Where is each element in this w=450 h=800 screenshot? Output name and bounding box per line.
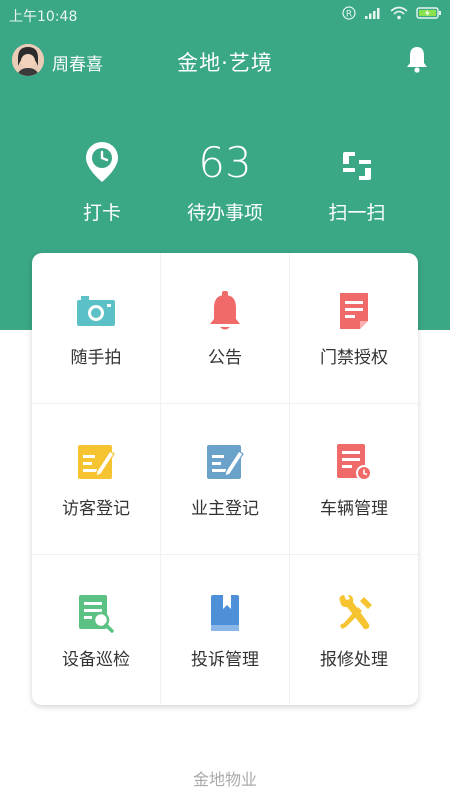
bell-icon[interactable] (402, 44, 432, 74)
svg-text:R: R (346, 10, 352, 20)
grid-item-label: 门禁授权 (320, 348, 388, 368)
todo-button[interactable]: 63 待办事项 (165, 140, 285, 225)
grid-item-vehicle[interactable]: 车辆管理 (290, 404, 418, 554)
grid-item-snapshot[interactable]: 随手拍 (32, 253, 160, 403)
todo-count: 63 (198, 138, 252, 187)
grid-item-owner[interactable]: 业主登记 (161, 404, 289, 554)
grid-item-label: 车辆管理 (320, 499, 388, 519)
grid-item-visitor[interactable]: 访客登记 (32, 404, 160, 554)
clock-in-label: 打卡 (82, 202, 121, 224)
registered-icon: R (342, 6, 356, 20)
scan-label: 扫一扫 (328, 202, 386, 224)
location-clock-icon (86, 142, 118, 182)
document-search-icon (79, 595, 114, 633)
clock-in-button[interactable]: 打卡 (42, 140, 162, 225)
book-icon (211, 595, 239, 631)
todo-label: 待办事项 (186, 202, 263, 224)
document-clock-icon (337, 444, 372, 481)
app-title: 金地·艺境 (177, 51, 273, 75)
grid-item-inspection[interactable]: 设备巡检 (32, 555, 160, 705)
grid-item-label: 随手拍 (70, 348, 122, 368)
edit-note-icon (78, 445, 115, 479)
status-time: 上午10:48 (9, 9, 78, 25)
battery-charging-icon (416, 7, 441, 19)
grid-item-label: 业主登记 (191, 499, 259, 519)
wifi-icon (390, 6, 408, 20)
edit-note-icon (207, 445, 244, 479)
grid-item-label: 公告 (208, 348, 242, 368)
signal-icon (365, 8, 380, 19)
footer-brand: 金地物业 (192, 770, 257, 789)
document-icon (340, 293, 368, 329)
grid-item-repair[interactable]: 报修处理 (290, 555, 418, 705)
quick-actions: 打卡 63 待办事项 扫一扫 (0, 140, 450, 240)
grid-item-label: 访客登记 (62, 499, 130, 519)
bell-icon (210, 291, 240, 330)
scan-button[interactable]: 扫一扫 (297, 140, 417, 225)
grid-item-access-auth[interactable]: 门禁授权 (290, 253, 418, 403)
wrench-icon (339, 595, 372, 630)
grid-item-notice[interactable]: 公告 (161, 253, 289, 403)
grid-item-label: 投诉管理 (191, 650, 259, 670)
grid-item-label: 设备巡检 (62, 650, 130, 670)
grid-item-complaint[interactable]: 投诉管理 (161, 555, 289, 705)
top-bar: 周春喜 金地·艺境 (0, 36, 450, 86)
status-bar: 上午10:48 R (0, 0, 450, 30)
scan-icon (343, 152, 371, 180)
grid-item-label: 报修处理 (320, 650, 388, 670)
camera-icon (77, 296, 115, 326)
function-grid: 随手拍 公告 门禁授权 访客登记 业主登记 车辆管理 设备巡检 投诉管理 报修处… (32, 253, 418, 705)
